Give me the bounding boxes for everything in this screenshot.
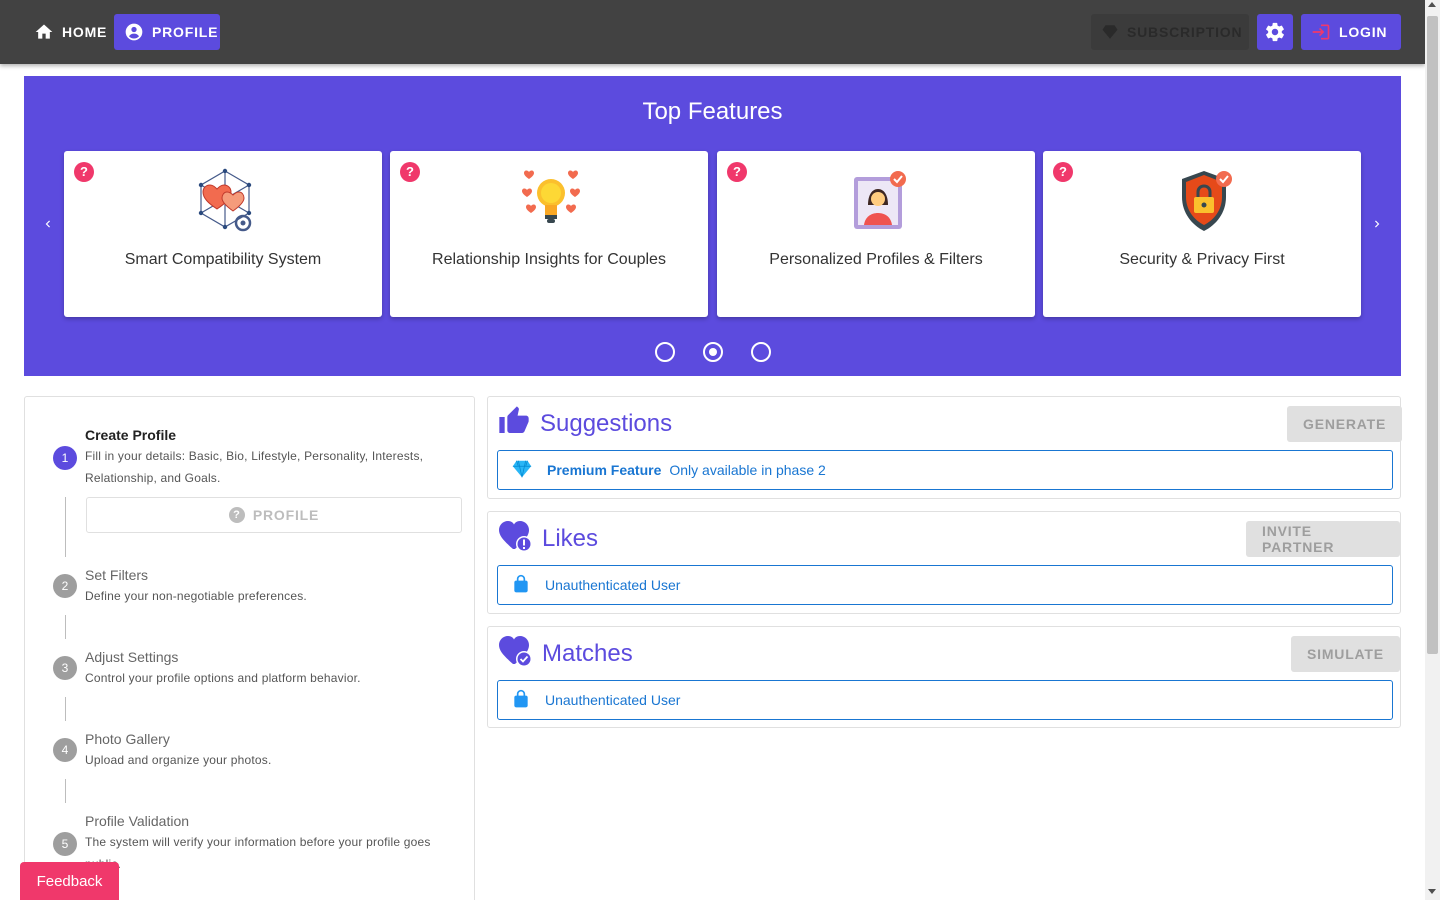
subscription-button[interactable]: Subscription bbox=[1091, 14, 1249, 50]
shield-lock-icon bbox=[1172, 165, 1236, 237]
step-description: Fill in your details: Basic, Bio, Lifest… bbox=[85, 449, 424, 485]
scroll-up-arrow[interactable] bbox=[1428, 2, 1436, 7]
step-description: Control your profile options and platfor… bbox=[85, 671, 361, 685]
step-number: 5 bbox=[53, 832, 77, 856]
hearts-network-icon bbox=[193, 165, 257, 237]
step-title: Adjust Settings bbox=[85, 649, 179, 665]
carousel-dot-3[interactable] bbox=[750, 342, 771, 362]
step-title: Create Profile bbox=[85, 427, 177, 443]
step-description: The system will verify your information … bbox=[85, 835, 431, 871]
app-bar: Home Profile Subscription Login bbox=[0, 0, 1425, 64]
step-description: Define your non-negotiable preferences. bbox=[85, 589, 307, 603]
likes-title: Likes bbox=[542, 524, 599, 552]
carousel-dot-1[interactable] bbox=[654, 342, 675, 362]
feature-card[interactable]: ? Personalized Profiles & Filters bbox=[717, 151, 1035, 317]
profile-label: Profile bbox=[152, 24, 219, 40]
heart-check-icon bbox=[498, 635, 532, 672]
chevron-left-icon bbox=[41, 217, 55, 236]
scroll-down-arrow[interactable] bbox=[1428, 889, 1436, 894]
onboarding-stepper: 1 Create Profile Fill in your details: B… bbox=[24, 396, 475, 900]
step-connector bbox=[65, 779, 66, 803]
matches-panel: Matches Simulate Unauthenticated User bbox=[487, 626, 1401, 728]
step-title: Profile Validation bbox=[85, 813, 190, 829]
login-button[interactable]: Login bbox=[1301, 14, 1401, 50]
step-number: 1 bbox=[53, 446, 77, 470]
suggestions-header: Suggestions bbox=[498, 405, 672, 442]
premium-feature-label: Premium Feature bbox=[547, 462, 662, 478]
profile-photo-icon bbox=[846, 165, 910, 237]
likes-auth-alert: Unauthenticated User bbox=[497, 565, 1393, 605]
carousel-dot-2[interactable] bbox=[702, 342, 723, 362]
suggestions-title: Suggestions bbox=[540, 409, 673, 437]
diamond-icon bbox=[1101, 23, 1119, 41]
features-title: Top Features bbox=[642, 98, 783, 125]
step-description: Upload and organize your photos. bbox=[85, 753, 272, 767]
chevron-right-icon bbox=[1370, 217, 1384, 236]
lock-icon bbox=[511, 573, 531, 598]
step-connector bbox=[65, 615, 66, 639]
feature-card[interactable]: ? Security & Privacy First bbox=[1043, 151, 1361, 317]
subscription-label: Subscription bbox=[1127, 24, 1243, 40]
premium-feature-text: Only available in phase 2 bbox=[669, 462, 826, 478]
diamond-icon bbox=[511, 458, 533, 483]
create-profile-button[interactable]: ? Profile bbox=[86, 497, 462, 533]
likes-auth-text: Unauthenticated User bbox=[545, 577, 681, 593]
step-connector bbox=[65, 497, 66, 557]
create-profile-button-label: Profile bbox=[252, 507, 320, 523]
features-carousel: Top Features ? Smart Compatibility Syste… bbox=[24, 76, 1401, 376]
likes-panel: Likes Invite Partner Unauthenticated Use… bbox=[487, 511, 1401, 614]
help-icon: ? bbox=[228, 507, 245, 523]
lightbulb-hearts-icon bbox=[519, 165, 583, 237]
lock-icon bbox=[511, 688, 531, 713]
feedback-button[interactable]: Feedback bbox=[20, 862, 119, 900]
profile-button[interactable]: Profile bbox=[114, 14, 220, 50]
step-title: Photo Gallery bbox=[85, 731, 170, 747]
help-badge[interactable]: ? bbox=[1053, 162, 1073, 182]
step-number: 3 bbox=[53, 656, 77, 680]
feature-card-title: Relationship Insights for Couples bbox=[432, 251, 666, 268]
home-label: Home bbox=[62, 24, 108, 40]
home-button[interactable]: Home bbox=[24, 14, 110, 50]
feature-card-title: Security & Privacy First bbox=[1119, 251, 1285, 268]
step-number: 4 bbox=[53, 738, 77, 762]
matches-header: Matches bbox=[498, 635, 633, 672]
carousel-prev-button[interactable] bbox=[38, 216, 58, 236]
login-label: Login bbox=[1339, 24, 1388, 40]
feature-card-title: Personalized Profiles & Filters bbox=[769, 251, 983, 268]
help-badge[interactable]: ? bbox=[74, 162, 94, 182]
step-title: Set Filters bbox=[85, 567, 149, 583]
premium-feature-alert: Premium Feature Only available in phase … bbox=[497, 450, 1393, 490]
heart-alert-icon bbox=[498, 520, 532, 557]
home-icon bbox=[34, 22, 54, 42]
suggestions-panel: Suggestions Generate Premium Feature Onl… bbox=[487, 396, 1403, 499]
matches-auth-alert: Unauthenticated User bbox=[497, 680, 1393, 720]
page-scrollbar[interactable] bbox=[1425, 0, 1440, 900]
invite-partner-button[interactable]: Invite Partner bbox=[1246, 521, 1400, 557]
matches-auth-text: Unauthenticated User bbox=[545, 692, 681, 708]
likes-header: Likes bbox=[498, 520, 598, 557]
help-badge[interactable]: ? bbox=[727, 162, 747, 182]
generate-button[interactable]: Generate bbox=[1287, 406, 1403, 442]
matches-title: Matches bbox=[542, 639, 633, 667]
account-circle-icon bbox=[124, 22, 144, 42]
thumbs-up-icon bbox=[498, 405, 530, 442]
step-connector bbox=[65, 697, 66, 721]
feature-card-title: Smart Compatibility System bbox=[124, 251, 322, 268]
scroll-thumb[interactable] bbox=[1427, 16, 1438, 654]
carousel-next-button[interactable] bbox=[1367, 216, 1387, 236]
simulate-button[interactable]: Simulate bbox=[1291, 636, 1400, 672]
login-icon bbox=[1311, 22, 1331, 42]
step-number: 2 bbox=[53, 574, 77, 598]
gear-icon bbox=[1264, 21, 1286, 43]
settings-button[interactable] bbox=[1257, 14, 1293, 50]
feature-card[interactable]: ? Relationship Insights for Couples bbox=[390, 151, 708, 317]
help-badge[interactable]: ? bbox=[400, 162, 420, 182]
feature-card[interactable]: ? Smart Compatibility System bbox=[64, 151, 382, 317]
carousel-pagination bbox=[24, 342, 1401, 362]
